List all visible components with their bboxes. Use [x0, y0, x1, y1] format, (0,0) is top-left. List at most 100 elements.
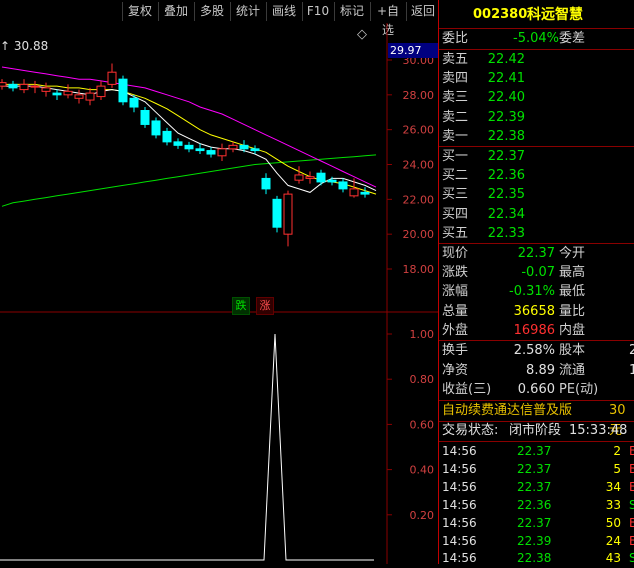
- stat-label-secondary: 内盘: [559, 322, 586, 338]
- indicator-line: [0, 333, 374, 561]
- buy-level-price: 22.35: [487, 187, 525, 203]
- stat-label: 外盘: [442, 322, 469, 338]
- stat-value: 36658: [513, 303, 555, 319]
- weibi-row: 委比 -5.04% 委差: [439, 29, 634, 49]
- down-label-button[interactable]: 跌: [232, 297, 250, 315]
- candle-up: [0, 82, 7, 87]
- tick-time: 14:56: [442, 551, 477, 566]
- prev-high-value: 30.88: [13, 39, 49, 53]
- tick-price: 22.37: [517, 515, 552, 530]
- fund-label-secondary: PE(动): [559, 382, 599, 397]
- fundamental-row: 净资 8.89 流通 1: [439, 361, 634, 381]
- stat-label-secondary: 最低: [559, 284, 586, 300]
- fund-label-secondary: 股本: [559, 343, 586, 358]
- buy-level-label: 买四: [442, 206, 469, 222]
- candle-up: [96, 85, 106, 98]
- candle-down: [140, 110, 150, 125]
- tick-price: 22.37: [517, 479, 552, 494]
- price-axis-label: 24.00: [403, 159, 435, 172]
- buy-level-price: 22.34: [487, 206, 525, 222]
- toolbar-add-watch-button[interactable]: +自选: [370, 2, 405, 37]
- fund-cut-value: 2: [629, 343, 634, 358]
- sell-level-price: 22.41: [487, 71, 525, 87]
- tick-time: 14:56: [442, 533, 477, 548]
- stat-row: 现价 22.37 今开: [439, 244, 634, 264]
- stat-label: 涨跌: [442, 265, 469, 281]
- candle-down: [173, 141, 183, 146]
- tick-volume: 50: [605, 515, 621, 530]
- candle-up: [294, 174, 304, 181]
- tick-flag: B: [629, 461, 634, 476]
- sub-axis-label: 0.60: [410, 418, 435, 431]
- candle-up: [349, 188, 359, 197]
- fund-value: 2.58%: [513, 343, 555, 358]
- candle-down: [327, 179, 337, 183]
- sell-level-label: 卖二: [442, 109, 469, 125]
- candle-up: [283, 193, 293, 235]
- candle-up: [74, 94, 84, 99]
- price-axis-label: 22.00: [403, 193, 435, 206]
- candle-down: [272, 198, 282, 228]
- tick-time: 14:56: [442, 479, 477, 494]
- tick-flag: B: [629, 444, 634, 458]
- sell-level-label: 卖四: [442, 71, 469, 87]
- kline-chart-area[interactable]: 30.00 28.00 26.00 24.00 22.00 20.00 18.00 1.00…: [0, 23, 438, 564]
- toolbar-f10-button[interactable]: F10: [302, 2, 333, 21]
- weibi-value: -5.04%: [513, 31, 559, 46]
- candle-up: [217, 148, 227, 157]
- sell-level-label: 卖五: [442, 52, 469, 67]
- tick-flag: S: [629, 497, 634, 512]
- candle-down: [250, 148, 260, 152]
- toolbar-draw-button[interactable]: 画线: [266, 2, 301, 21]
- toolbar-multi-stock-button[interactable]: 多股: [194, 2, 229, 21]
- tick-price: 22.36: [517, 497, 552, 512]
- candle-down: [52, 92, 62, 96]
- sell-level-price: 22.38: [487, 128, 525, 144]
- stat-value: -0.31%: [509, 284, 555, 300]
- tick-row: 14:56 22.37 34 B: [439, 478, 634, 497]
- tick-volume: 43: [605, 551, 621, 566]
- chart-diamond-icon[interactable]: ◇: [357, 27, 367, 42]
- toolbar-back-button[interactable]: 返回: [406, 2, 439, 21]
- sub-axis-label: 0.80: [410, 373, 435, 386]
- candle-down: [360, 191, 370, 195]
- tick-time: 14:56: [442, 461, 477, 476]
- candle-up: [85, 92, 95, 101]
- tick-volume: 33: [605, 497, 621, 512]
- tick-flag: S: [629, 551, 634, 566]
- tick-flag: B: [629, 533, 634, 548]
- tick-time: 14:56: [442, 497, 477, 512]
- status-label: 交易状态:: [442, 423, 499, 438]
- sub-axis-label: 0.40: [410, 464, 435, 477]
- candle-up: [228, 144, 238, 150]
- buy-level-3: 买三 22.35: [439, 185, 634, 205]
- stock-header: 002380 科远智慧: [439, 4, 634, 26]
- sell-level-5: 卖五 22.42: [439, 50, 634, 70]
- price-axis-label: 18.00: [403, 263, 435, 276]
- tick-price: 22.37: [517, 444, 552, 458]
- weicha-label: 委差: [559, 31, 586, 46]
- toolbar-overlay-button[interactable]: 叠加: [158, 2, 193, 21]
- buy-level-price: 22.36: [487, 168, 525, 184]
- ma20-line: [1, 66, 377, 188]
- toolbar-mark-button[interactable]: 标记: [334, 2, 369, 21]
- stat-label: 总量: [442, 303, 469, 319]
- tick-row: 14:56 22.36 33 S: [439, 496, 634, 515]
- stat-row: 总量 36658 量比: [439, 302, 634, 322]
- stat-value: 16986: [513, 322, 555, 338]
- sell-level-label: 卖三: [442, 90, 469, 106]
- chart-toolbar: 复权 叠加 多股 统计 画线 F10 标记 +自选 返回: [0, 0, 439, 37]
- buy-level-label: 买三: [442, 187, 469, 203]
- stat-row: 外盘 16986 内盘: [439, 321, 634, 341]
- up-label-button[interactable]: 涨: [256, 297, 274, 315]
- promo-text[interactable]: 自动续费通达信普及版: [442, 401, 572, 421]
- toolbar-stats-button[interactable]: 统计: [230, 2, 265, 21]
- trade-status-row: 交易状态: 闭市阶段 15:33:48: [439, 421, 634, 441]
- promo-row[interactable]: 自动续费通达信普及版 30元: [439, 401, 634, 438]
- toolbar-fuquan-button[interactable]: 复权: [122, 2, 157, 21]
- stat-row: 涨跌 -0.07 最高: [439, 263, 634, 283]
- sell-level-4: 卖四 22.41: [439, 69, 634, 89]
- tick-volume: 5: [613, 461, 621, 476]
- price-axis-label: 20.00: [403, 228, 435, 241]
- candle-down: [129, 97, 139, 108]
